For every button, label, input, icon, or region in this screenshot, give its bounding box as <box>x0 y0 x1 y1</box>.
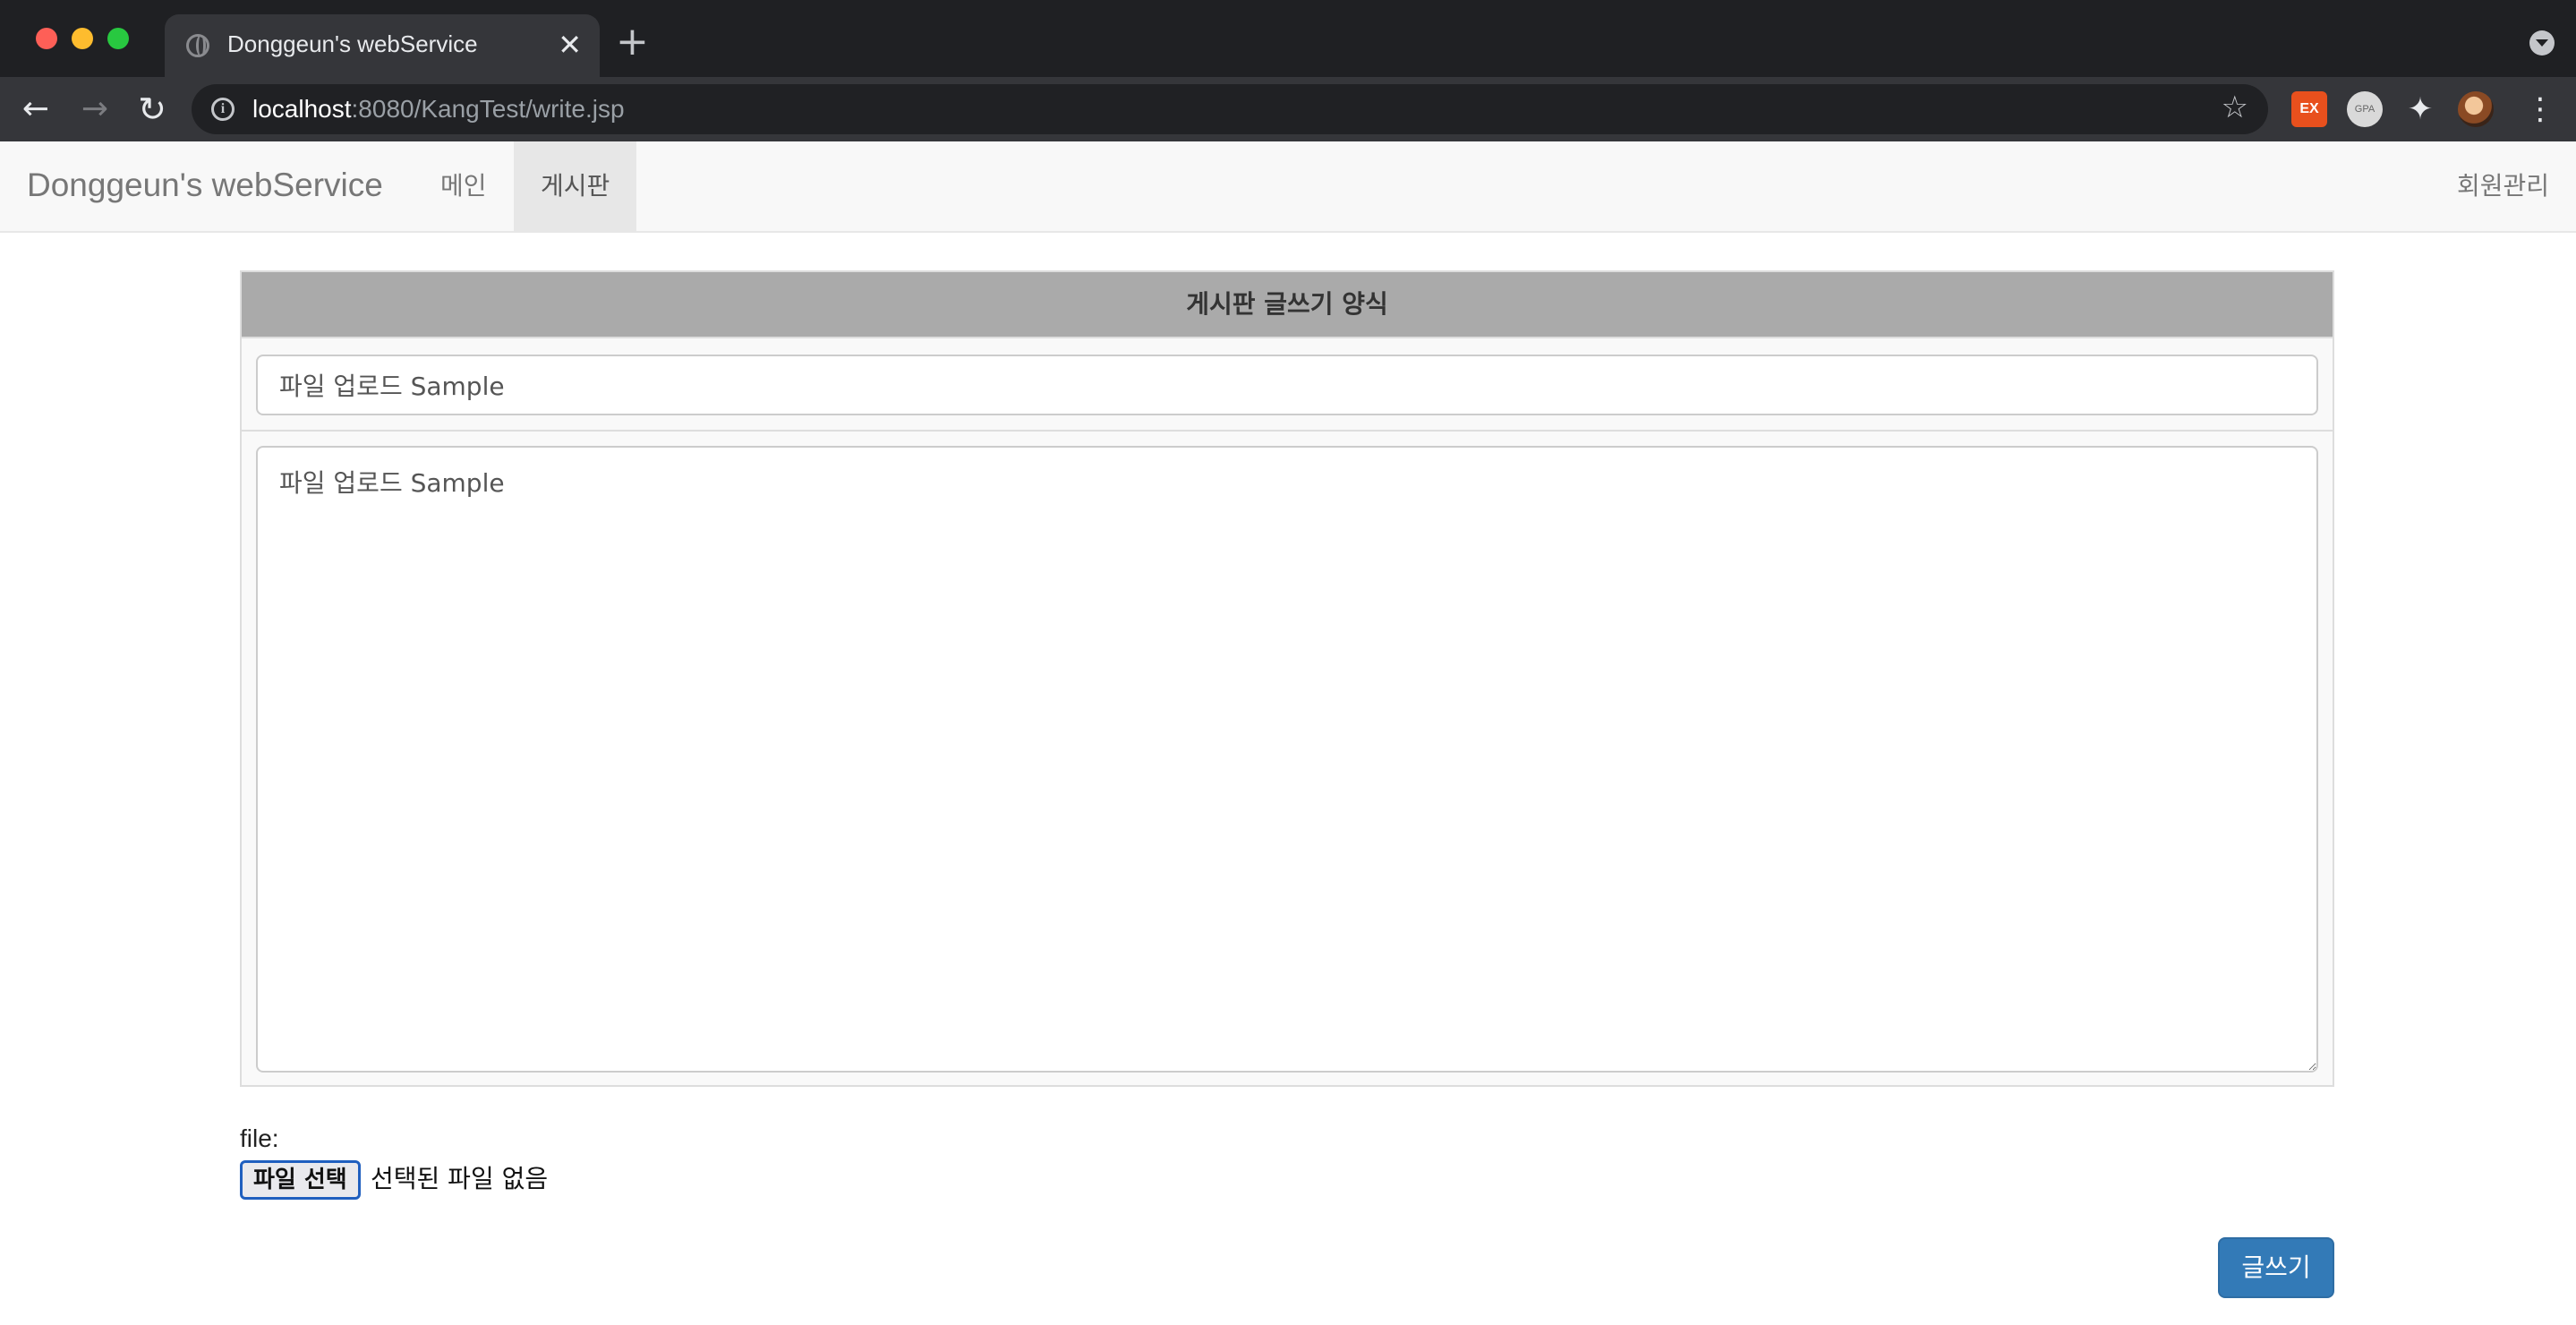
content-textarea[interactable]: 파일 업로드 Sample <box>256 446 2318 1073</box>
brand-link[interactable]: Donggeun's webService <box>27 167 383 204</box>
file-label: file: <box>240 1124 279 1152</box>
browser-tab-strip: Donggeun's webService ✕ + <box>0 0 2576 77</box>
write-form-panel: 게시판 글쓰기 양식 파일 업로드 Sample <box>240 270 2334 1087</box>
file-status-text: 선택된 파일 없음 <box>371 1164 549 1193</box>
browser-toolbar: ← → ↻ i localhost:8080/KangTest/write.js… <box>0 77 2576 141</box>
puzzle-icon[interactable]: ✦ <box>2402 91 2438 127</box>
form-header: 게시판 글쓰기 양식 <box>242 272 2333 338</box>
nav-link-board[interactable]: 게시판 <box>514 141 637 231</box>
address-bar[interactable]: i localhost:8080/KangTest/write.jsp ☆ <box>192 84 2268 134</box>
new-tab-icon[interactable]: + <box>616 20 649 64</box>
extension-ex-icon[interactable]: EX <box>2291 91 2327 127</box>
url-text[interactable]: localhost:8080/KangTest/write.jsp <box>252 95 625 124</box>
url-host: localhost <box>252 95 352 123</box>
browser-tab[interactable]: Donggeun's webService ✕ <box>165 14 600 77</box>
row-divider <box>242 430 2333 432</box>
choose-file-button[interactable]: 파일 선택 <box>240 1160 361 1200</box>
site-navbar: Donggeun's webService 메인 게시판 회원관리 <box>0 141 2576 233</box>
forward-arrow-icon[interactable]: → <box>72 86 118 132</box>
extension-gpa-icon[interactable]: GPA <box>2347 91 2383 127</box>
title-input[interactable] <box>256 355 2318 415</box>
globe-icon <box>186 34 209 57</box>
maximize-window-icon[interactable] <box>107 28 129 49</box>
tab-search-icon[interactable] <box>2529 30 2555 56</box>
profile-avatar[interactable] <box>2458 91 2494 127</box>
url-path: :8080/KangTest/write.jsp <box>351 95 625 123</box>
minimize-window-icon[interactable] <box>72 28 93 49</box>
tab-title: Donggeun's webService <box>227 30 478 57</box>
back-arrow-icon[interactable]: ← <box>13 86 59 132</box>
more-icon[interactable]: ⋮ <box>2522 91 2558 127</box>
info-icon[interactable]: i <box>211 98 235 121</box>
nav-link-member-management[interactable]: 회원관리 <box>2457 141 2549 231</box>
submit-write-button[interactable]: 글쓰기 <box>2218 1237 2334 1298</box>
close-window-icon[interactable] <box>36 28 57 49</box>
reload-icon[interactable]: ↻ <box>129 86 175 132</box>
tab-close-icon[interactable]: ✕ <box>558 27 582 63</box>
star-icon[interactable]: ☆ <box>2222 90 2248 125</box>
nav-link-main[interactable]: 메인 <box>414 141 514 231</box>
